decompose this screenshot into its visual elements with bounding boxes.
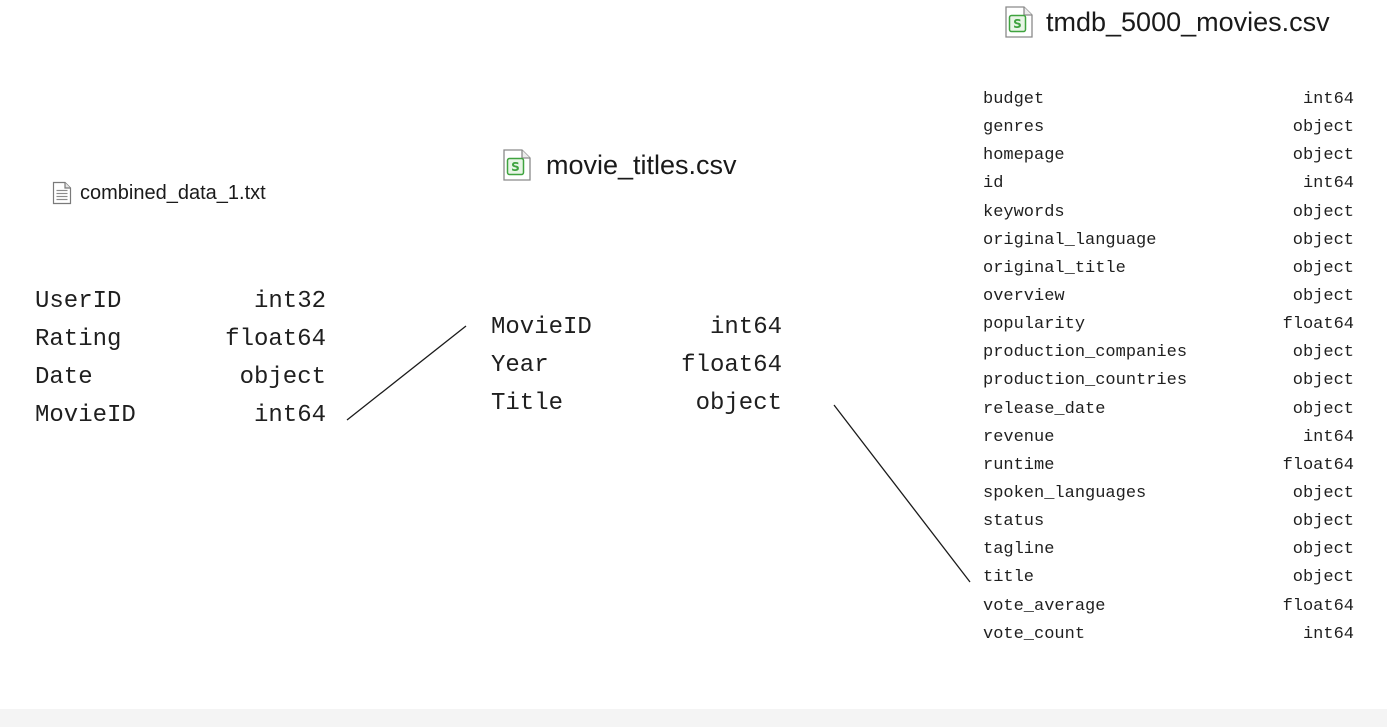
column-name: homepage xyxy=(983,146,1065,166)
schema-row: title object xyxy=(983,564,1354,592)
column-dtype: float64 xyxy=(1282,315,1354,335)
column-dtype: float64 xyxy=(681,352,782,379)
column-name: status xyxy=(983,512,1045,532)
column-name: release_date xyxy=(983,399,1106,419)
column-name: tagline xyxy=(983,540,1055,560)
column-dtype: int32 xyxy=(253,288,326,315)
column-name: runtime xyxy=(983,455,1055,475)
schema-row: vote_count int64 xyxy=(983,621,1354,649)
column-name: production_companies xyxy=(983,343,1188,363)
text-file-icon xyxy=(52,181,72,205)
schema-row: revenue int64 xyxy=(983,424,1354,452)
column-dtype: float64 xyxy=(1282,455,1354,475)
schema-row: homepage object xyxy=(983,142,1354,170)
column-name: keywords xyxy=(983,202,1065,222)
column-dtype: float64 xyxy=(225,326,326,353)
column-name: Title xyxy=(491,390,564,417)
schema-row: MovieID int64 xyxy=(35,397,326,435)
column-dtype: object xyxy=(1292,371,1354,391)
column-dtype: object xyxy=(1292,512,1354,532)
combined-data-file-header: combined_data_1.txt xyxy=(52,179,266,207)
column-name: budget xyxy=(983,90,1045,109)
column-name: title xyxy=(983,568,1035,588)
movie-titles-file-header: S movie_titles.csv xyxy=(502,146,737,184)
column-dtype: object xyxy=(1292,540,1354,560)
schema-row: original_language object xyxy=(983,227,1354,255)
schema-row: original_title object xyxy=(983,255,1354,283)
column-dtype: object xyxy=(1292,258,1354,278)
spreadsheet-file-icon: S xyxy=(1004,5,1034,39)
schema-row: genres object xyxy=(983,114,1354,142)
schema-row: Date object xyxy=(35,359,326,397)
column-name: Date xyxy=(35,364,93,391)
schema-row: UserID int32 xyxy=(35,283,326,321)
schema-row: Title object xyxy=(491,385,782,423)
column-dtype: object xyxy=(1292,286,1354,306)
column-dtype: int64 xyxy=(1302,427,1354,447)
tmdb-movies-schema: budget int64 genres object homepage object id i… xyxy=(983,86,1354,649)
column-dtype: int64 xyxy=(709,314,782,341)
column-dtype: object xyxy=(1292,343,1354,363)
column-dtype: object xyxy=(1292,118,1354,138)
column-name: original_language xyxy=(983,230,1157,250)
column-dtype: object xyxy=(1292,399,1354,419)
column-name: original_title xyxy=(983,258,1126,278)
combined-data-filename: combined_data_1.txt xyxy=(80,181,266,204)
schema-row: runtime float64 xyxy=(983,452,1354,480)
column-name: MovieID xyxy=(491,314,592,341)
column-name: popularity xyxy=(983,315,1086,335)
column-dtype: object xyxy=(1292,202,1354,222)
column-name: MovieID xyxy=(35,402,136,429)
column-name: id xyxy=(983,174,1004,194)
tmdb-movies-file-header: S tmdb_5000_movies.csv xyxy=(1004,3,1330,41)
schema-row: budget int64 xyxy=(983,86,1354,114)
schema-row: keywords object xyxy=(983,199,1354,227)
column-dtype: int64 xyxy=(1302,90,1354,109)
column-name: vote_count xyxy=(983,624,1086,644)
schema-row: MovieID int64 xyxy=(491,309,782,347)
schema-row: vote_average float64 xyxy=(983,593,1354,621)
column-dtype: int64 xyxy=(1302,174,1354,194)
schema-row: id int64 xyxy=(983,170,1354,198)
schema-row: Year float64 xyxy=(491,347,782,385)
combined-data-schema: UserID int32 Rating float64 Date object MovieI… xyxy=(35,283,326,435)
column-name: Rating xyxy=(35,326,122,353)
column-dtype: object xyxy=(695,390,782,417)
column-name: revenue xyxy=(983,427,1055,447)
column-name: vote_average xyxy=(983,596,1106,616)
tmdb-movies-filename: tmdb_5000_movies.csv xyxy=(1046,6,1330,37)
column-dtype: int64 xyxy=(1302,624,1354,644)
schema-row: status object xyxy=(983,508,1354,536)
schema-row: Rating float64 xyxy=(35,321,326,359)
column-name: production_countries xyxy=(983,371,1188,391)
schema-row: production_companies object xyxy=(983,339,1354,367)
svg-text:S: S xyxy=(1013,17,1022,31)
schema-row: tagline object xyxy=(983,536,1354,564)
movie-titles-filename: movie_titles.csv xyxy=(546,149,737,180)
column-dtype: float64 xyxy=(1282,596,1354,616)
svg-text:S: S xyxy=(511,160,520,174)
title-link-line xyxy=(833,404,971,583)
schema-row: spoken_languages object xyxy=(983,480,1354,508)
bottom-strip xyxy=(0,709,1387,727)
spreadsheet-file-icon: S xyxy=(502,148,532,182)
column-dtype: object xyxy=(1292,230,1354,250)
column-name: spoken_languages xyxy=(983,483,1147,503)
column-name: Year xyxy=(491,352,549,379)
column-name: UserID xyxy=(35,288,122,315)
column-dtype: object xyxy=(1292,568,1354,588)
column-name: genres xyxy=(983,118,1045,138)
column-dtype: int64 xyxy=(253,402,326,429)
column-name: overview xyxy=(983,286,1065,306)
column-dtype: object xyxy=(1292,483,1354,503)
schema-row: release_date object xyxy=(983,396,1354,424)
schema-row: overview object xyxy=(983,283,1354,311)
column-dtype: object xyxy=(239,364,326,391)
movie-titles-schema: MovieID int64 Year float64 Title object xyxy=(491,309,782,423)
movieid-link-line xyxy=(346,325,467,421)
schema-row: popularity float64 xyxy=(983,311,1354,339)
schema-row: production_countries object xyxy=(983,367,1354,395)
column-dtype: object xyxy=(1292,146,1354,166)
